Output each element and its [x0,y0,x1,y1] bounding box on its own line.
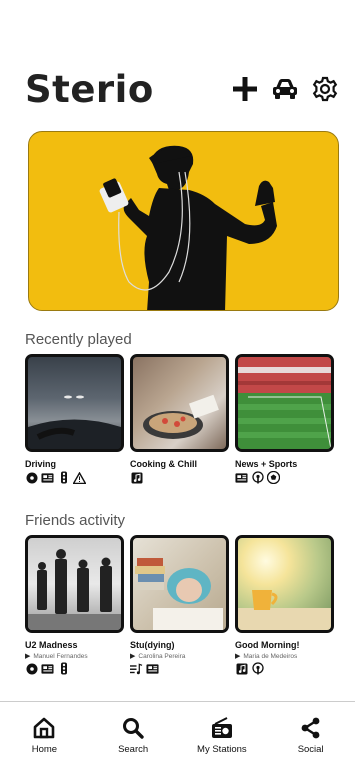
home-icon [31,715,57,741]
soccer-ball-icon [267,471,280,484]
station-title: Stu(dying) [130,640,175,650]
music-note-square-icon [235,662,248,675]
radio-icon [209,715,235,741]
play-icon: ▶ [130,653,136,660]
friends-activity-list: U2 Madness ▶ Manuel Fernandes Stu(dying) … [25,535,335,675]
car-icon[interactable] [271,74,299,104]
station-title: U2 Madness [25,640,78,650]
station-tags [130,471,229,484]
plus-icon[interactable] [231,74,259,104]
playlist-icon [130,662,143,675]
station-title: Good Morning! [235,640,300,650]
podcast-icon [251,471,264,484]
station-tags [130,662,229,675]
station-title: Cooking & Chill [130,459,197,469]
nav-label: Social [297,744,324,755]
station-title: Driving [25,459,57,469]
station-title: News + Sports [235,459,298,469]
news-icon [146,662,159,675]
recently-played-title: Recently played [25,331,132,348]
share-icon [298,715,324,741]
news-icon [235,471,248,484]
music-disc-icon [25,662,38,675]
podcast-icon [251,662,264,675]
recently-played-list: Driving Cooking & Chill News + Sports [25,354,335,484]
hero-banner[interactable] [28,131,339,311]
friend-name: ▶ Manuel Fernandes [25,653,88,660]
station-thumbnail [130,354,229,452]
gear-icon[interactable] [311,74,339,104]
music-note-square-icon [130,471,143,484]
station-tags [25,471,124,484]
station-thumbnail [25,535,124,633]
nav-item-my-stations[interactable]: My Stations [178,702,267,765]
play-icon: ▶ [25,653,31,660]
nav-item-search[interactable]: Search [89,702,178,765]
music-disc-icon [25,471,38,484]
nav-label: Search [118,744,149,755]
friend-card-u2-madness[interactable]: U2 Madness ▶ Manuel Fernandes [25,535,124,675]
news-icon [41,662,54,675]
play-icon: ▶ [235,653,241,660]
friend-name: ▶ Carolina Pereira [130,653,186,660]
station-tags [25,662,124,675]
nav-item-home[interactable]: Home [0,702,89,765]
friend-name: ▶ Maria de Medeiros [235,653,298,660]
news-icon [41,471,54,484]
station-thumbnail [235,535,334,633]
friend-card-good-morning[interactable]: Good Morning! ▶ Maria de Medeiros [235,535,334,675]
station-thumbnail [235,354,334,452]
station-thumbnail [25,354,124,452]
nav-item-social[interactable]: Social [266,702,355,765]
station-card-driving[interactable]: Driving [25,354,124,484]
bottom-nav: Home Search My Stations Social [0,702,355,765]
nav-label: My Stations [197,744,247,755]
station-card-news-sports[interactable]: News + Sports [235,354,334,484]
warning-icon [73,471,86,484]
friend-card-studying[interactable]: Stu(dying) ▶ Carolina Pereira [130,535,229,675]
station-thumbnail [130,535,229,633]
traffic-light-icon [57,662,70,675]
friends-activity-title: Friends activity [25,512,126,529]
station-tags [235,662,334,675]
app-title: Sterio [25,68,154,111]
search-icon [120,715,146,741]
station-card-cooking[interactable]: Cooking & Chill [130,354,229,484]
silhouette-image [99,145,277,310]
nav-label: Home [31,744,58,755]
header-actions [231,74,339,104]
station-tags [235,471,334,484]
traffic-light-icon [57,471,70,484]
